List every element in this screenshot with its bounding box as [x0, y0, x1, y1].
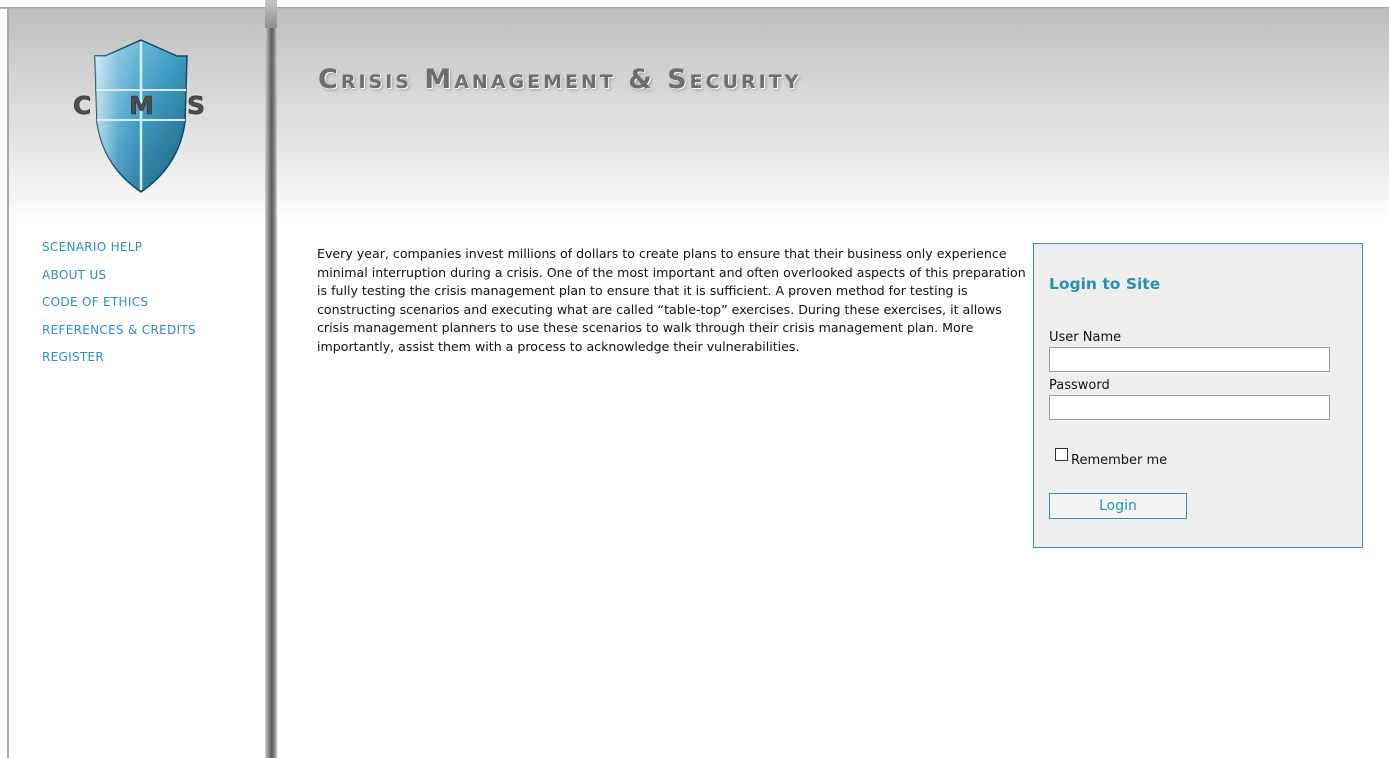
login-button[interactable]: Login — [1049, 493, 1187, 519]
svg-text:M: M — [129, 91, 154, 120]
nav-item-scenario-help: SCENARIO HELP — [42, 236, 196, 264]
login-panel: Login to Site User Name Password Remembe… — [1033, 243, 1363, 548]
header-banner: C M S Crisis Management & Security — [9, 9, 1389, 221]
nav-item-about-us: ABOUT US — [42, 264, 196, 292]
nav-item-references-credits: REFERENCES & CREDITS — [42, 319, 196, 347]
username-label: User Name — [1049, 330, 1122, 345]
nav-link-references-credits[interactable]: REFERENCES & CREDITS — [42, 323, 196, 337]
nav-link-code-of-ethics[interactable]: CODE OF ETHICS — [42, 295, 148, 309]
password-input[interactable] — [1049, 395, 1330, 420]
nav-link-register[interactable]: REGISTER — [42, 350, 104, 364]
nav-link-about-us[interactable]: ABOUT US — [42, 268, 106, 282]
nav-link-scenario-help[interactable]: SCENARIO HELP — [42, 240, 142, 254]
login-title: Login to Site — [1049, 275, 1161, 293]
username-input[interactable] — [1049, 347, 1330, 372]
remember-me-label[interactable]: Remember me — [1071, 453, 1167, 468]
nav-item-register: REGISTER — [42, 346, 196, 374]
nav-item-code-of-ethics: CODE OF ETHICS — [42, 291, 196, 319]
vertical-divider — [265, 0, 277, 758]
window-top-edge — [0, 0, 1389, 9]
shield-logo-icon: C M S — [73, 39, 205, 193]
sidebar-nav: SCENARIO HELP ABOUT US CODE OF ETHICS RE… — [42, 236, 196, 374]
svg-text:C: C — [73, 91, 91, 120]
site-title: Crisis Management & Security — [318, 64, 802, 95]
password-label: Password — [1049, 378, 1110, 393]
svg-text:S: S — [187, 91, 205, 120]
remember-me-checkbox[interactable] — [1055, 448, 1068, 461]
intro-paragraph: Every year, companies invest millions of… — [317, 246, 1026, 354]
